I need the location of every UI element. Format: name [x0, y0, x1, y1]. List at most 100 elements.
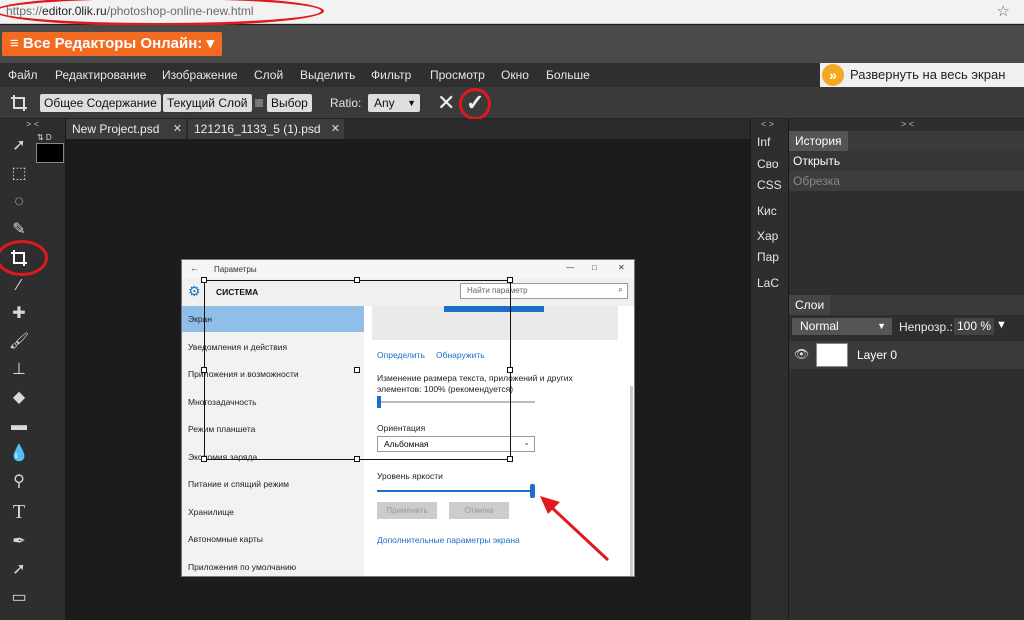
- crop-selection[interactable]: [201, 277, 513, 462]
- minimize-icon: —: [566, 263, 574, 272]
- menu-window[interactable]: Окно: [501, 68, 529, 82]
- background-color-swatch[interactable]: [36, 143, 64, 163]
- pen-tool-icon[interactable]: ✒: [6, 529, 32, 555]
- tab-history[interactable]: История: [789, 131, 848, 151]
- tab-layers[interactable]: Слои: [789, 295, 831, 315]
- crop-handle[interactable]: [201, 456, 207, 462]
- image-sidebar-item: Автономные карты: [188, 534, 263, 544]
- brush-tool-icon[interactable]: 🖌: [6, 329, 32, 355]
- history-panel-header: История: [789, 131, 1024, 151]
- panel-character[interactable]: Хар: [757, 229, 778, 243]
- app-root: https://editor.0lik.ru/photoshop-online-…: [0, 0, 1024, 620]
- layer-thumbnail: [816, 343, 848, 367]
- chevron-down-icon: ⌄: [523, 438, 530, 447]
- back-arrow-icon: ←: [190, 263, 199, 273]
- shape-tool-icon[interactable]: ▭: [6, 585, 32, 611]
- text-tool-icon[interactable]: T: [6, 499, 32, 525]
- layers-panel-header: Слои: [789, 295, 1024, 315]
- blur-tool-icon[interactable]: 💧: [6, 441, 32, 467]
- history-row[interactable]: Открыть: [789, 151, 1024, 171]
- blend-mode-select[interactable]: Normal ▼: [792, 318, 892, 335]
- bookmark-star-icon[interactable]: ☆: [997, 2, 1010, 20]
- image-sidebar-item: Питание и спящий режим: [188, 479, 289, 489]
- panel-info[interactable]: Inf: [757, 135, 770, 149]
- selection-button[interactable]: Выбор: [267, 94, 312, 112]
- path-select-tool-icon[interactable]: ➚: [6, 557, 32, 583]
- menu-more[interactable]: Больше: [546, 68, 590, 82]
- top-bar: ≡ Все Редакторы Онлайн: ▾: [0, 25, 1024, 63]
- crop-handle[interactable]: [201, 277, 207, 283]
- all-editors-button[interactable]: ≡ Все Редакторы Онлайн: ▾: [2, 32, 222, 56]
- confirm-crop-icon[interactable]: ✓: [466, 90, 484, 116]
- crop-handle[interactable]: [354, 277, 360, 283]
- crop-handle[interactable]: [507, 456, 513, 462]
- crop-tool-icon[interactable]: [6, 245, 32, 271]
- image-brightness-label: Уровень яркости: [377, 471, 443, 481]
- url-path: /photoshop-online-new.html: [106, 4, 254, 18]
- menu-filter[interactable]: Фильтр: [371, 68, 411, 82]
- history-row[interactable]: Обрезка: [789, 171, 1024, 191]
- lasso-tool-icon[interactable]: ◌: [6, 189, 32, 215]
- gradient-tool-icon[interactable]: ▬: [6, 413, 32, 439]
- layer-row[interactable]: 👁 Layer 0: [789, 341, 1024, 369]
- quick-select-tool-icon[interactable]: ✎: [6, 217, 32, 243]
- ratio-select[interactable]: Any ▼: [368, 94, 420, 112]
- close-icon[interactable]: ✕: [331, 119, 340, 139]
- panel-collapse[interactable]: > <: [901, 119, 914, 129]
- clone-stamp-tool-icon[interactable]: ⊥: [6, 357, 32, 383]
- crop-handle[interactable]: [201, 367, 207, 373]
- separator: [255, 99, 263, 107]
- panel-css[interactable]: CSS: [757, 178, 782, 192]
- fullscreen-icon: »: [822, 64, 844, 86]
- eraser-tool-icon[interactable]: ◆: [6, 385, 32, 411]
- fullscreen-button[interactable]: » Развернуть на весь экран: [820, 63, 1024, 87]
- options-bar: Общее Содержание Текущий Слой Выбор Rati…: [0, 87, 1024, 119]
- panel-collapse[interactable]: < >: [761, 119, 774, 129]
- menu-view[interactable]: Просмотр: [430, 68, 485, 82]
- eyedropper-tool-icon[interactable]: ⁄: [6, 273, 32, 299]
- toolbox-collapse[interactable]: > <: [26, 119, 39, 129]
- swap-colors-icon[interactable]: ⇅ D: [37, 133, 52, 142]
- opacity-label: Непрозр.:: [899, 320, 953, 334]
- panel-lac[interactable]: LaC: [757, 276, 779, 290]
- tab-new-project[interactable]: New Project.psd ✕: [66, 119, 186, 139]
- healing-brush-tool-icon[interactable]: ✚: [6, 301, 32, 327]
- chevron-down-icon: ▼: [407, 98, 416, 108]
- browser-address-bar[interactable]: https://editor.0lik.ru/photoshop-online-…: [0, 0, 1024, 24]
- image-sidebar-item: Хранилище: [188, 507, 234, 517]
- panel-brush[interactable]: Кис: [757, 204, 777, 218]
- close-icon[interactable]: ✕: [173, 119, 182, 139]
- document-tabs: New Project.psd ✕ 121216_1133_5 (1).psd …: [66, 119, 750, 139]
- url-text[interactable]: https://editor.0lik.ru/photoshop-online-…: [6, 4, 254, 18]
- crop-handle[interactable]: [354, 367, 360, 373]
- panel-paragraph[interactable]: Пар: [757, 250, 779, 264]
- image-advanced-link: Дополнительные параметры экрана: [377, 535, 520, 545]
- maximize-icon: □: [592, 263, 597, 272]
- crop-handle[interactable]: [507, 367, 513, 373]
- image-cancel-button: Отмена: [449, 502, 509, 519]
- menu-edit[interactable]: Редактирование: [55, 68, 146, 82]
- tab-image-file[interactable]: 121216_1133_5 (1).psd ✕: [188, 119, 344, 139]
- chevron-down-icon: ▼: [877, 321, 886, 331]
- eye-icon[interactable]: 👁: [794, 347, 809, 361]
- move-tool-icon[interactable]: ➚: [6, 133, 32, 159]
- menu-layer[interactable]: Слой: [254, 68, 283, 82]
- search-icon: ⌕: [617, 284, 623, 294]
- opacity-dropdown-icon[interactable]: ▼: [996, 319, 1007, 331]
- cancel-crop-icon[interactable]: ✕: [437, 90, 455, 116]
- menu-select[interactable]: Выделить: [300, 68, 355, 82]
- crop-handle[interactable]: [354, 456, 360, 462]
- menu-image[interactable]: Изображение: [162, 68, 238, 82]
- layer-name: Layer 0: [857, 348, 898, 362]
- opacity-value[interactable]: 100 %: [954, 318, 995, 335]
- marquee-tool-icon[interactable]: ⬚: [6, 161, 32, 187]
- side-panel-main: > < История Открыть Обрезка Слои Normal …: [788, 119, 1024, 620]
- menu-file[interactable]: Файл: [8, 68, 38, 82]
- tab-label: New Project.psd: [72, 122, 160, 136]
- dodge-tool-icon[interactable]: ⚲: [6, 469, 32, 495]
- side-panel-icons: < > Inf Сво CSS Кис Хар Пар LaC: [750, 119, 788, 620]
- crop-handle[interactable]: [507, 277, 513, 283]
- panel-properties[interactable]: Сво: [757, 157, 779, 171]
- whole-content-button[interactable]: Общее Содержание: [40, 94, 161, 112]
- current-layer-button[interactable]: Текущий Слой: [163, 94, 252, 112]
